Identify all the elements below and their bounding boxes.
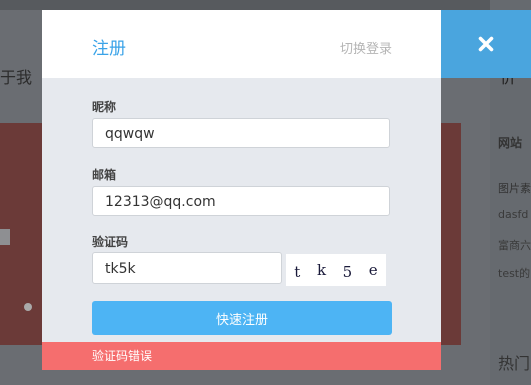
background-bottom-heading: 热门	[498, 354, 531, 373]
modal-title: 注册	[92, 39, 126, 59]
background-list-item: 图片素	[498, 182, 531, 195]
email-label: 邮箱	[92, 168, 117, 182]
background-list-item: 富商六	[498, 239, 531, 252]
captcha-label: 验证码	[92, 235, 129, 249]
background-banner-edge	[441, 123, 461, 345]
captcha-char: k	[316, 261, 327, 279]
captcha-char: t	[294, 263, 301, 281]
background-banner	[0, 123, 42, 345]
nickname-label: 昵称	[92, 100, 117, 114]
error-message-bar: 验证码错误	[42, 342, 441, 370]
captcha-input[interactable]: tk5k	[92, 252, 282, 284]
email-input[interactable]: 12313@qq.com	[92, 186, 390, 216]
captcha-image[interactable]: t k 5 e	[286, 254, 386, 286]
switch-login-link[interactable]: 切换登录	[340, 38, 392, 57]
background-left-heading: 于我	[0, 68, 33, 87]
nickname-input[interactable]: qqwqw	[92, 118, 390, 148]
background-slider-dot	[24, 303, 32, 311]
captcha-char: 5	[342, 263, 353, 281]
quick-register-button[interactable]: 快速注册	[92, 301, 392, 335]
close-icon	[478, 36, 494, 52]
modal-header: 注册 切换登录	[42, 10, 441, 78]
register-modal: 注册 切换登录 昵称 qqwqw 邮箱 12313@qq.com 验证码 tk5…	[42, 10, 441, 370]
close-button[interactable]	[441, 10, 531, 78]
captcha-char: e	[368, 261, 378, 279]
background-topbar	[0, 0, 531, 10]
background-chip	[0, 229, 10, 245]
background-list-item: dasfd	[498, 208, 529, 221]
background-section-title: 网站	[498, 136, 523, 150]
background-list-item: test的	[498, 267, 531, 280]
